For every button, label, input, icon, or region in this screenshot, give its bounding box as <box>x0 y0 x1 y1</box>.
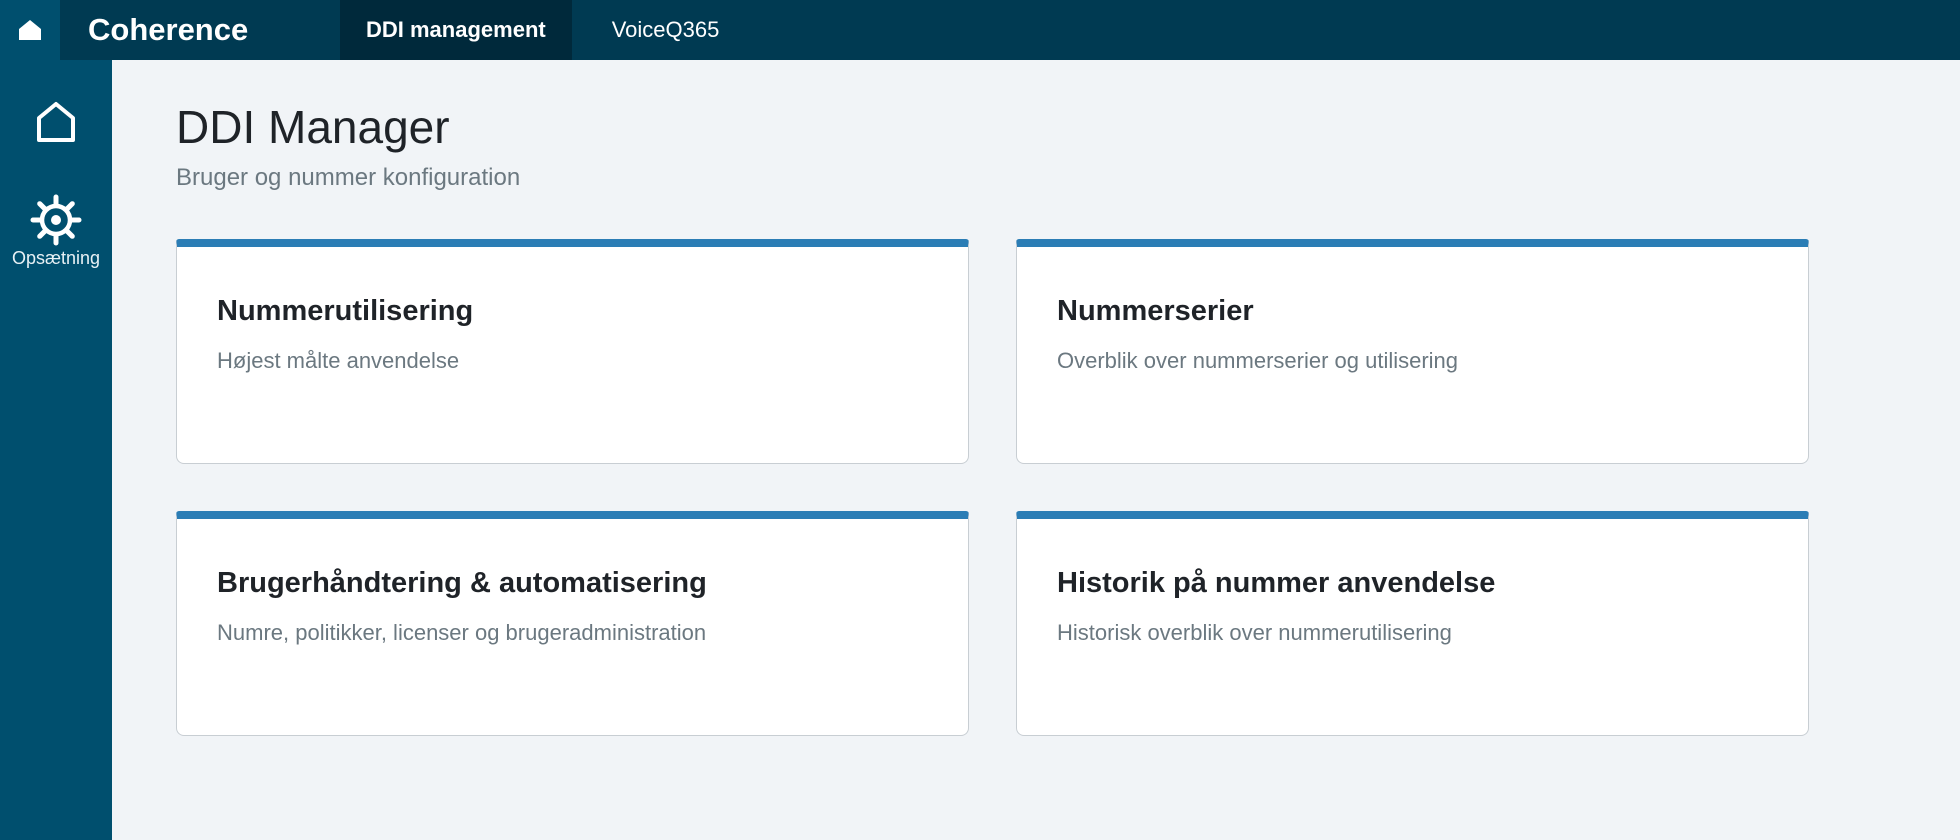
sidebar-item-label: Opsætning <box>11 248 101 268</box>
card-description: Højest målte anvendelse <box>217 348 460 373</box>
app-brand[interactable]: Coherence <box>60 0 340 60</box>
card-brugerhaandtering[interactable]: Brugerhåndtering & automatisering Numre,… <box>176 511 969 736</box>
page-title: DDI Manager <box>176 101 450 153</box>
card-historik[interactable]: Historik på nummer anvendelse Historisk … <box>1016 511 1809 736</box>
card-title: Nummerutilisering <box>217 295 474 327</box>
gear-icon <box>30 194 82 246</box>
card-description: Historisk overblik over nummerutiliserin… <box>1057 620 1452 645</box>
sidebar-item-setup[interactable]: Opsætning <box>0 194 112 269</box>
home-icon <box>19 20 41 40</box>
home-button[interactable] <box>0 0 60 60</box>
card-title: Nummerserier <box>1057 295 1254 327</box>
main-content: DDI Manager Bruger og nummer konfigurati… <box>112 60 1960 840</box>
card-title: Brugerhåndtering & automatisering <box>217 567 707 599</box>
card-description: Overblik over nummerserier og utiliserin… <box>1057 348 1459 373</box>
card-nummerserier[interactable]: Nummerserier Overblik over nummerserier … <box>1016 239 1809 464</box>
home-outline-icon <box>37 102 75 142</box>
card-title: Historik på nummer anvendelse <box>1057 567 1496 599</box>
page-subtitle: Bruger og nummer konfiguration <box>176 164 521 191</box>
top-navigation-bar: Coherence DDI management VoiceQ365 <box>0 0 1960 60</box>
card-description: Numre, politikker, licenser og brugeradm… <box>217 620 707 645</box>
tab-voiceq365[interactable]: VoiceQ365 <box>572 0 760 60</box>
sidebar-item-home[interactable] <box>0 100 112 170</box>
tab-ddi-management[interactable]: DDI management <box>340 0 572 60</box>
card-nummerutilisering[interactable]: Nummerutilisering Højest målte anvendels… <box>176 239 969 464</box>
sidebar: Opsætning <box>0 60 112 840</box>
